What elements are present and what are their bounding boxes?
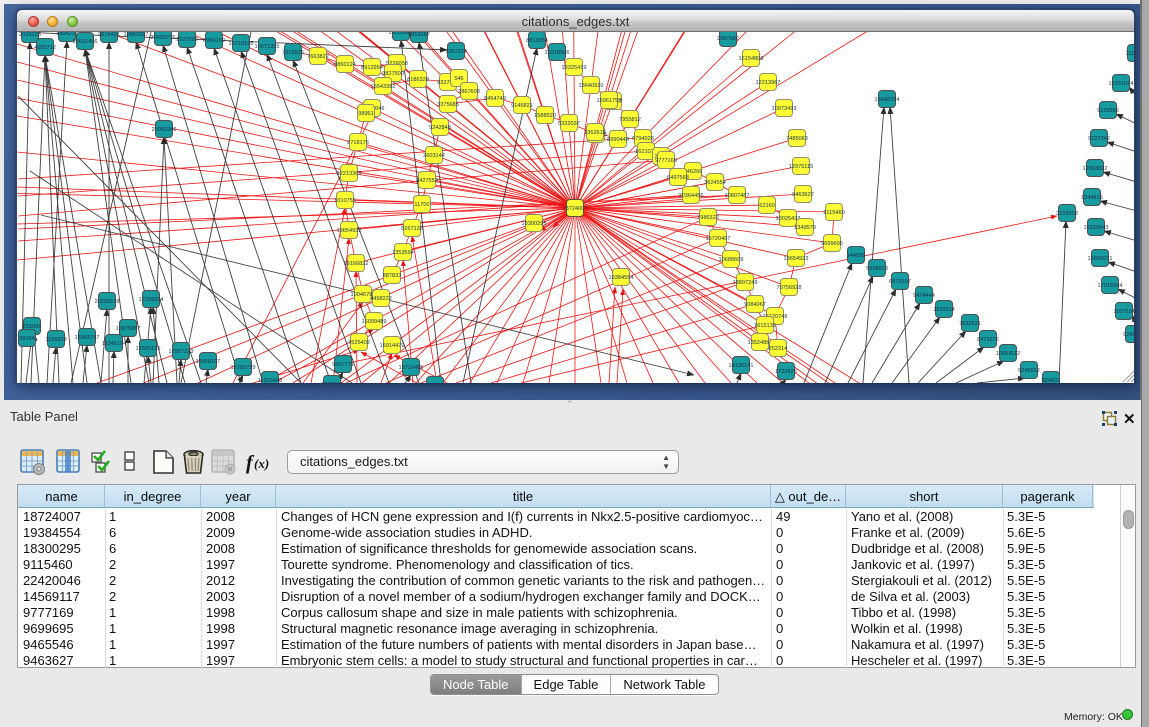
- svg-text:(x): (x): [254, 456, 269, 471]
